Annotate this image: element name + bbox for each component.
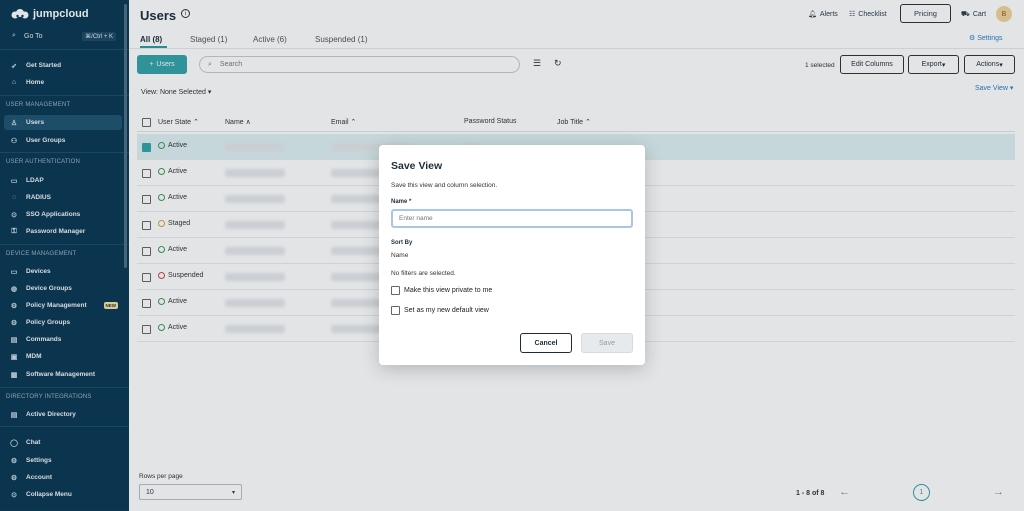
save-button[interactable]: Save: [581, 333, 633, 353]
default-view-label: Set as my new default view: [404, 307, 489, 314]
filters-text: No filters are selected.: [391, 270, 456, 277]
name-field-label: Name *: [391, 199, 412, 205]
private-view-checkbox[interactable]: Make this view private to me: [391, 286, 492, 295]
cancel-button[interactable]: Cancel: [520, 333, 572, 353]
view-name-input[interactable]: [391, 209, 633, 228]
save-view-dialog: Save View Save this view and column sele…: [379, 145, 645, 365]
sort-by-label: Sort By: [391, 240, 413, 246]
default-view-checkbox[interactable]: Set as my new default view: [391, 306, 489, 315]
checkbox[interactable]: [391, 306, 400, 315]
sort-by-value: Name: [391, 252, 409, 259]
checkbox[interactable]: [391, 286, 400, 295]
dialog-description: Save this view and column selection.: [391, 182, 498, 189]
dialog-title: Save View: [391, 160, 443, 172]
private-view-label: Make this view private to me: [404, 287, 493, 294]
